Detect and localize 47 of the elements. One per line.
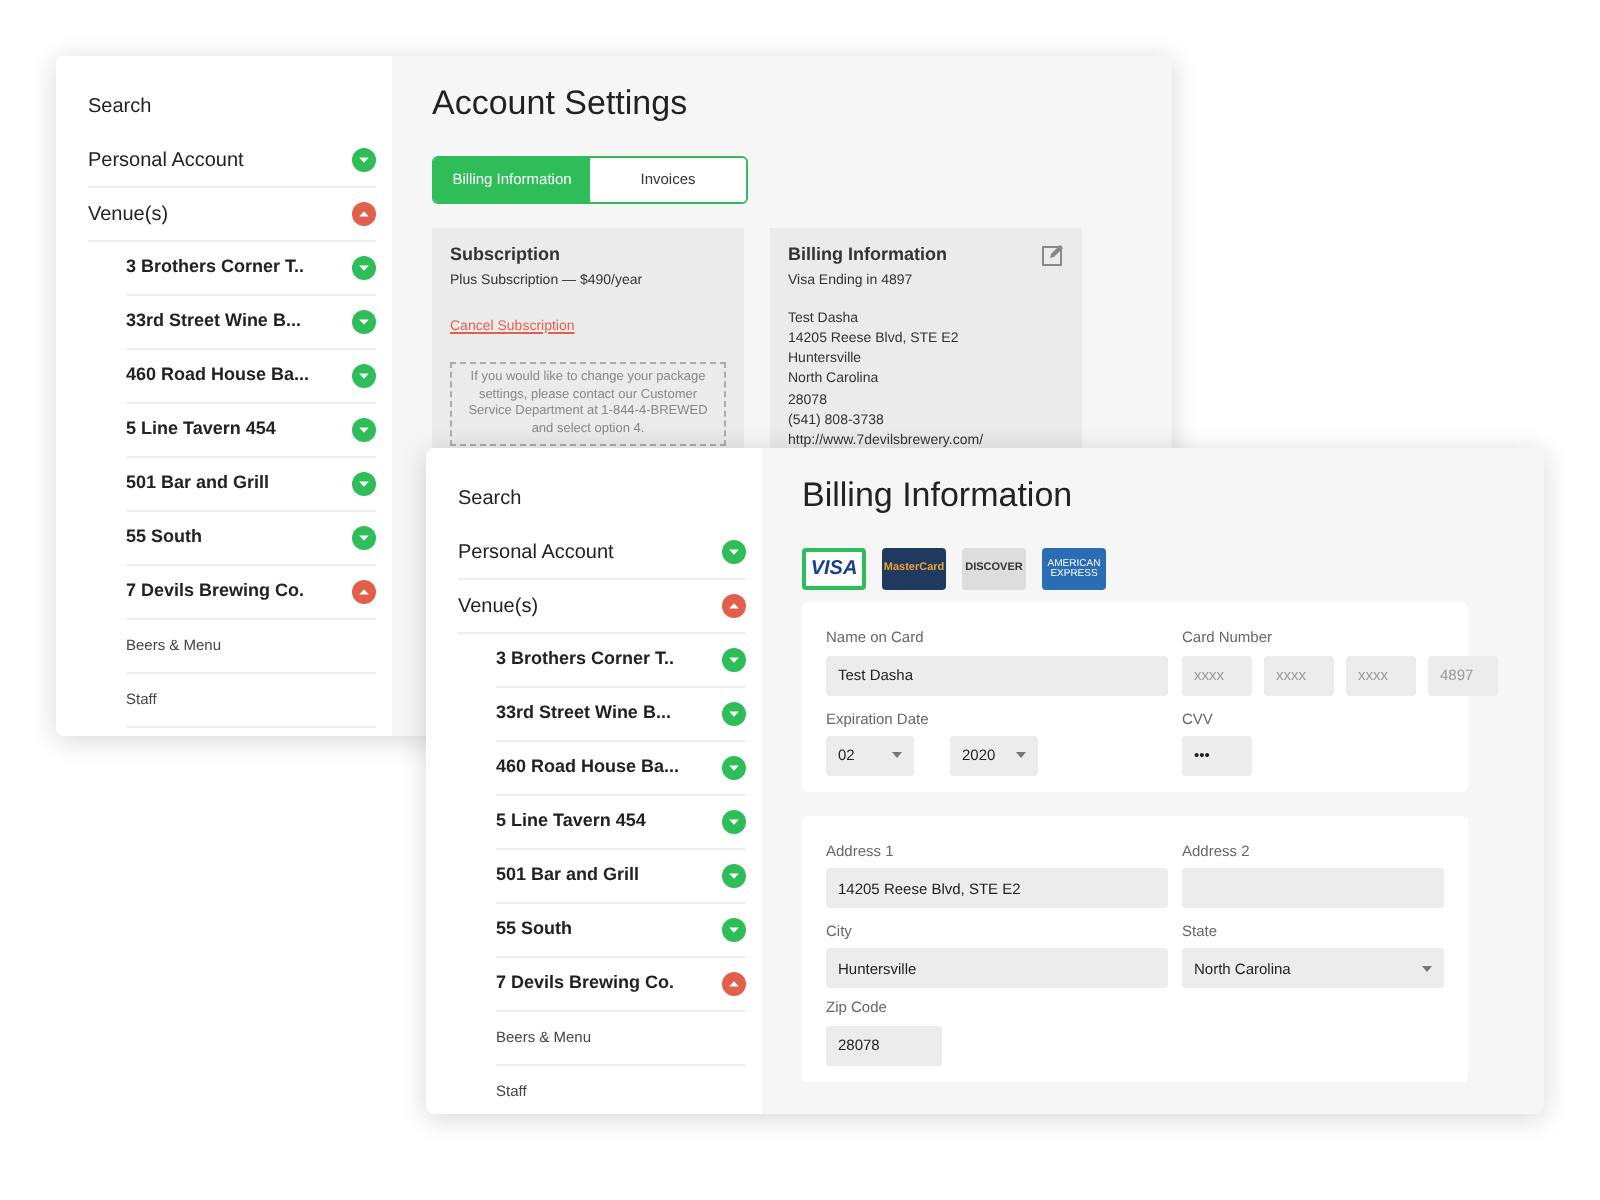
sidebar-item[interactable]: Venue(s) xyxy=(88,188,376,242)
search-link[interactable]: Search xyxy=(458,484,522,514)
card-title: Billing Information xyxy=(788,243,947,265)
sidebar-item[interactable]: 460 Road House Ba... xyxy=(126,350,376,404)
sidebar-item[interactable]: 33rd Street Wine B... xyxy=(126,296,376,350)
collapse-icon[interactable] xyxy=(352,202,376,226)
expand-icon[interactable] xyxy=(352,526,376,550)
expand-icon[interactable] xyxy=(352,310,376,334)
caret-icon xyxy=(892,752,902,759)
expand-icon[interactable] xyxy=(722,702,746,726)
sidebar-item[interactable]: 501 Bar and Grill xyxy=(496,850,746,904)
sidebar-item[interactable]: Personal Account xyxy=(458,526,746,580)
sidebar-item[interactable]: 3 Brothers Corner T.. xyxy=(126,242,376,296)
collapse-icon[interactable] xyxy=(722,594,746,618)
expand-icon[interactable] xyxy=(352,472,376,496)
sidebar-item[interactable]: Venue(s) xyxy=(458,580,746,634)
collapse-icon[interactable] xyxy=(352,580,376,604)
sidebar-item[interactable]: 7 Devils Brewing Co. xyxy=(496,958,746,1012)
sidebar-item[interactable]: 5 Line Tavern 454 xyxy=(496,796,746,850)
caret-icon xyxy=(1016,752,1026,759)
card-title: Subscription xyxy=(450,243,563,265)
sidebar-item[interactable]: 55 South xyxy=(126,512,376,566)
sidebar-item[interactable]: 55 South xyxy=(496,904,746,958)
caret-icon xyxy=(1422,965,1432,972)
expand-icon[interactable] xyxy=(352,364,376,388)
expand-icon[interactable] xyxy=(722,864,746,888)
sidebar-item[interactable]: 501 Bar and Grill xyxy=(126,458,376,512)
page-title: Account Settings xyxy=(432,84,690,125)
expand-icon[interactable] xyxy=(722,648,746,672)
expand-icon[interactable] xyxy=(352,256,376,280)
visa-card-logo[interactable]: VISA xyxy=(802,548,866,591)
collapse-icon[interactable] xyxy=(722,972,746,996)
sidebar-item[interactable]: 7 Devils Brewing Co. xyxy=(126,566,376,620)
expand-icon[interactable] xyxy=(722,918,746,942)
page-title: Billing Information xyxy=(802,476,1075,517)
expand-icon[interactable] xyxy=(352,148,376,172)
sidebar-item[interactable]: Personal Account xyxy=(88,134,376,188)
sidebar-item[interactable]: 460 Road House Ba... xyxy=(496,742,746,796)
sidebar-item[interactable]: 3 Brothers Corner T.. xyxy=(496,634,746,688)
sidebar-item[interactable]: 33rd Street Wine B... xyxy=(496,688,746,742)
edit-icon[interactable] xyxy=(1042,243,1064,266)
search-link[interactable]: Search xyxy=(88,92,152,122)
expand-icon[interactable] xyxy=(722,756,746,780)
expand-icon[interactable] xyxy=(722,810,746,834)
sidebar-item[interactable]: 5 Line Tavern 454 xyxy=(126,404,376,458)
expand-icon[interactable] xyxy=(722,540,746,564)
expand-icon[interactable] xyxy=(352,418,376,442)
